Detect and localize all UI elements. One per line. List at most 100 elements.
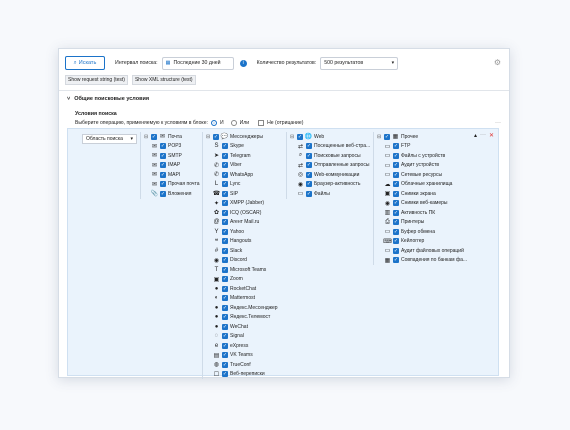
count-select[interactable]: 500 результатов ▾ [320,56,399,70]
category-item[interactable]: ✆ ✓ WhatsApp [206,170,286,180]
category-item[interactable]: ✉ ✓ IMAP [144,161,202,171]
item-checkbox[interactable]: ✓ [393,171,399,178]
close-icon[interactable]: ✕ [489,132,494,139]
item-checkbox[interactable]: ✓ [222,219,228,226]
item-checkbox[interactable]: ✓ [393,219,399,226]
item-checkbox[interactable]: ✓ [222,257,228,264]
item-checkbox[interactable]: ✓ [306,190,312,197]
item-checkbox[interactable]: ✓ [222,181,228,188]
category-item[interactable]: ▭ ✓ Сетевые ресурсы [377,170,483,180]
item-checkbox[interactable]: ✓ [393,247,399,254]
category-item[interactable]: ➤ ✓ Telegram [206,151,286,161]
category-item[interactable]: ✿ ✓ ICQ (OSCAR) [206,208,286,218]
category-item[interactable]: Y ✓ Yahoo [206,227,286,237]
item-checkbox[interactable]: ✓ [306,171,312,178]
expand-icon[interactable]: ⊟ [206,134,211,140]
category-item[interactable]: ◐ ✓ Mattermost [206,294,286,304]
expand-icon[interactable]: ⊟ [377,134,382,140]
category-item[interactable]: ◌ ✓ Signal [206,332,286,342]
item-checkbox[interactable]: ✓ [160,162,166,169]
category-checkbox[interactable]: ✓ [151,133,157,140]
item-checkbox[interactable]: ✓ [306,162,312,169]
category-header[interactable]: ⊟ ✓ ▦ Прочее [377,132,483,142]
item-checkbox[interactable]: ✓ [160,152,166,159]
category-item[interactable]: T ✓ Microsoft Teams [206,265,286,275]
area-select[interactable]: Область поиска ▾ [82,134,137,144]
category-item[interactable]: ❝ ✓ Hangouts [206,237,286,247]
category-item[interactable]: ▭ ✓ Файлы [290,189,372,199]
category-item[interactable]: ✉ ✓ MAPI [144,170,202,180]
category-header[interactable]: ⊟ ✓ ✉ Почта [144,132,202,142]
item-checkbox[interactable]: ✓ [393,162,399,169]
category-item[interactable]: ☎ ✓ SIP [206,189,286,199]
info-icon[interactable]: i [239,59,247,67]
category-item[interactable]: 📎 ✓ Вложения [144,189,202,199]
item-checkbox[interactable]: ✓ [222,361,228,368]
category-item[interactable]: ▣ ✓ Снимки экрана [377,189,483,199]
category-item[interactable]: ▥ ✓ Активность ПК [377,208,483,218]
category-item[interactable]: ✦ ✓ XMPP (Jabber) [206,199,286,209]
item-checkbox[interactable]: ✓ [222,152,228,159]
item-checkbox[interactable]: ✓ [222,304,228,311]
item-checkbox[interactable]: ✓ [222,143,228,150]
show-request-button[interactable]: Show request string (test) [65,75,128,85]
item-checkbox[interactable]: ✓ [222,266,228,273]
item-checkbox[interactable]: ✓ [222,200,228,207]
and-radio[interactable] [210,120,217,126]
gear-icon[interactable]: ⚙ [494,58,501,67]
category-item[interactable]: ☁ ✓ Облачные хранилища [377,180,483,190]
category-item[interactable]: S ✓ Skype [206,142,286,152]
period-select[interactable]: ▦ Последние 30 дней [161,56,234,70]
category-item[interactable]: ▭ ✓ Аудит файловых операций [377,246,483,256]
item-checkbox[interactable]: ✓ [160,143,166,150]
category-item[interactable]: ▭ ✓ Буфер обмена [377,227,483,237]
item-checkbox[interactable]: ✓ [160,171,166,178]
item-checkbox[interactable]: ✓ [222,314,228,321]
category-item[interactable]: @ ✓ Агент Mail.ru [206,218,286,228]
item-checkbox[interactable]: ✓ [306,181,312,188]
or-radio[interactable] [230,120,237,126]
item-checkbox[interactable]: ✓ [222,352,228,359]
category-item[interactable]: ◉ ✓ Discord [206,256,286,266]
more-icon[interactable]: ··· [495,120,501,126]
item-checkbox[interactable]: ✓ [393,228,399,235]
category-item[interactable]: ◉ ✓ Браузер-активность [290,180,372,190]
item-checkbox[interactable]: ✓ [222,190,228,197]
category-item[interactable]: ⌨ ✓ Кейлоггер [377,237,483,247]
not-checkbox[interactable] [258,120,265,126]
expand-icon[interactable]: ⊟ [290,134,295,140]
category-header[interactable]: ⊟ ✓ 💬 Мессенджеры [206,132,286,142]
expand-icon[interactable]: ⊟ [144,134,149,140]
item-checkbox[interactable]: ✓ [222,276,228,283]
category-item[interactable]: ● ✓ Яндекс.Мессенджер [206,303,286,313]
category-item[interactable]: ▤ ✓ VK Teams [206,351,286,361]
item-checkbox[interactable]: ✓ [393,257,399,264]
item-checkbox[interactable]: ✓ [222,209,228,216]
item-checkbox[interactable]: ✓ [393,209,399,216]
item-checkbox[interactable]: ✓ [160,181,166,188]
search-button[interactable]: ⌕ Искать [65,56,105,70]
item-checkbox[interactable]: ✓ [306,152,312,159]
category-item[interactable]: ▭ ✓ Аудит устройств [377,161,483,171]
category-item[interactable]: ⎙ ✓ Принтеры [377,218,483,228]
category-item[interactable]: ☐ ✓ Веб-переписки [206,370,286,380]
category-checkbox[interactable]: ✓ [384,133,390,140]
category-item[interactable]: ◍ ✓ TrueConf [206,360,286,370]
category-item[interactable]: ● ✓ WeChat [206,322,286,332]
category-checkbox[interactable]: ✓ [297,133,303,140]
category-item[interactable]: ✉ ✓ POP3 [144,142,202,152]
item-checkbox[interactable]: ✓ [222,228,228,235]
item-checkbox[interactable]: ✓ [222,333,228,340]
item-checkbox[interactable]: ✓ [222,162,228,169]
item-checkbox[interactable]: ✓ [160,190,166,197]
category-item[interactable]: ✉ ✓ Прочая почта [144,180,202,190]
item-checkbox[interactable]: ✓ [393,238,399,245]
category-item[interactable]: ● ✓ RocketChat [206,284,286,294]
show-xml-button[interactable]: Show XML structure (test) [131,75,196,85]
item-checkbox[interactable]: ✓ [222,323,228,330]
category-item[interactable]: ⇄ ✓ Посещенные веб-стра... [290,142,372,152]
category-item[interactable]: e ✓ eXpress [206,341,286,351]
category-item[interactable]: ⌕ ✓ Поисковые запросы [290,151,372,161]
category-item[interactable]: ⇄ ✓ Отправленные запросы [290,161,372,171]
category-checkbox[interactable]: ✓ [213,133,219,140]
